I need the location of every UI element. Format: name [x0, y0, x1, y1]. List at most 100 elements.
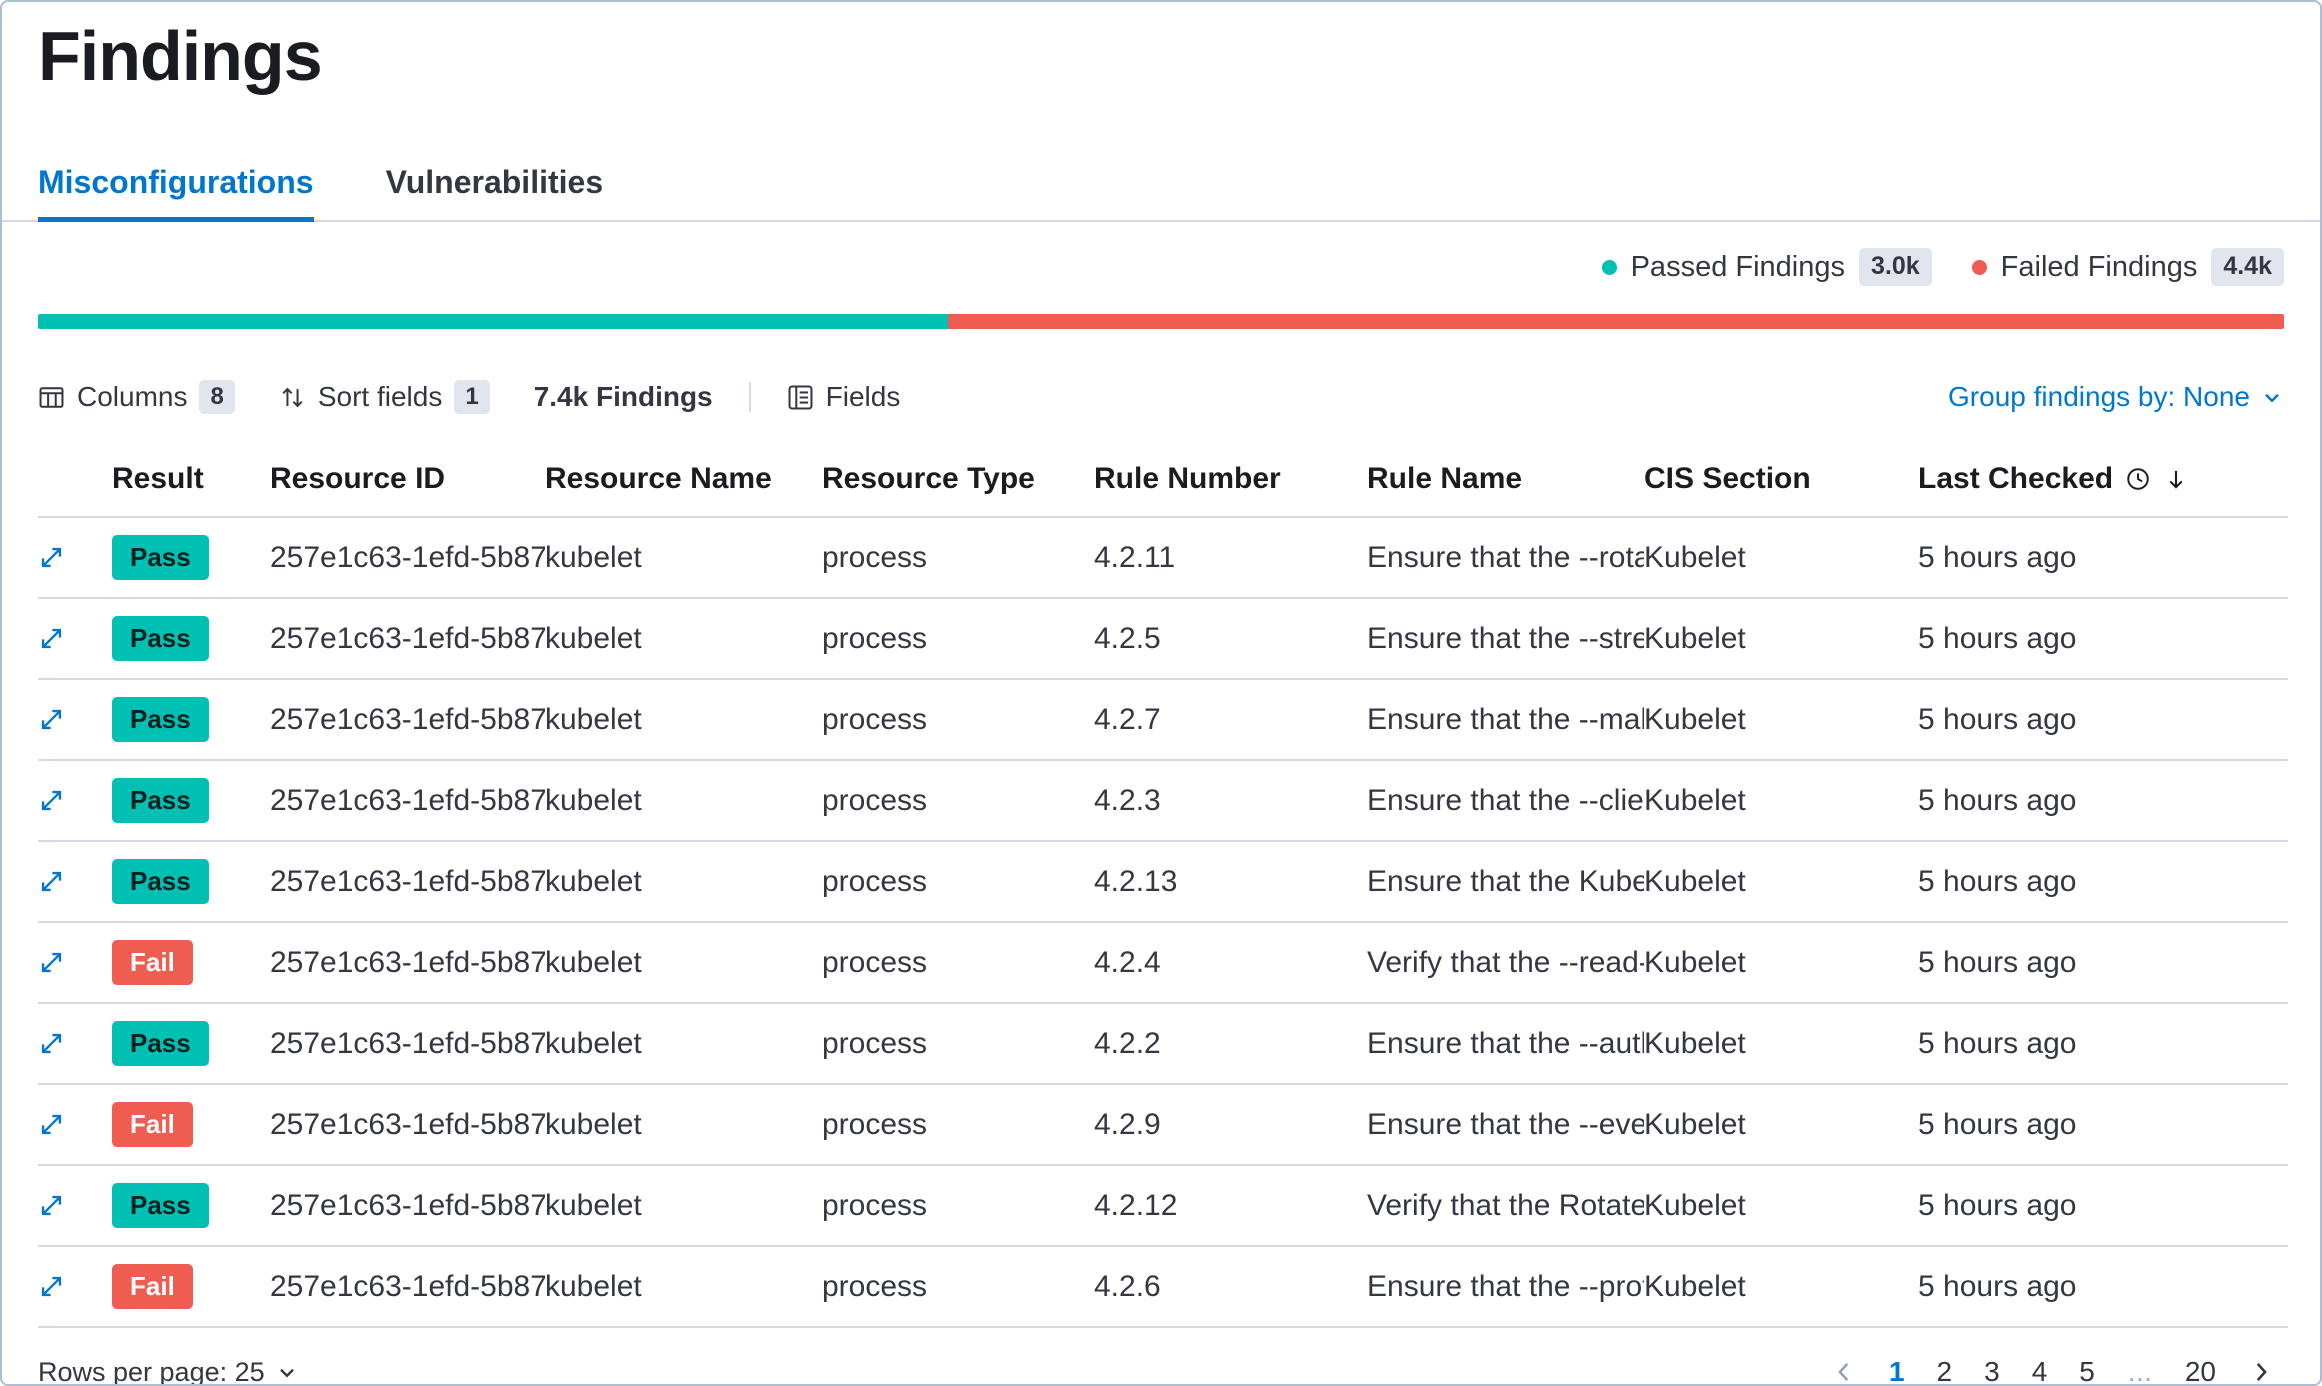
table-toolbar: Columns 8 Sort fields 1 7.4k Findings Fi… [2, 373, 2320, 421]
result-cell: Fail [112, 1246, 270, 1327]
resource-name-cell: kubelet [545, 1246, 822, 1327]
expand-cell [38, 679, 112, 760]
resource-name-cell: kubelet [545, 922, 822, 1003]
result-cell: Fail [112, 1084, 270, 1165]
expand-cell [38, 598, 112, 679]
result-badge: Fail [112, 940, 193, 985]
findings-table-body: Pass 257e1c63-1efd-5b87 kubelet process … [38, 517, 2288, 1327]
header-resource-id[interactable]: Resource ID [270, 441, 545, 517]
expand-row-button[interactable] [38, 1192, 65, 1219]
resource-name-cell: kubelet [545, 517, 822, 598]
expand-row-button[interactable] [38, 1111, 65, 1138]
expand-cell [38, 841, 112, 922]
header-rule-number[interactable]: Rule Number [1094, 441, 1367, 517]
result-badge: Pass [112, 697, 209, 742]
columns-count-badge: 8 [199, 380, 234, 414]
tab-bar: Misconfigurations Vulnerabilities [2, 164, 2320, 222]
pagination-previous-button[interactable] [1821, 1353, 1867, 1386]
header-result[interactable]: Result [112, 441, 270, 517]
table-header-row: Result Resource ID Resource Name Resourc… [38, 441, 2288, 517]
rule-name-cell: Verify that the --read-only-port argumen… [1367, 922, 1644, 1003]
result-cell: Pass [112, 1003, 270, 1084]
header-cis-section[interactable]: CIS Section [1644, 441, 1918, 517]
columns-button[interactable]: Columns 8 [38, 380, 235, 414]
rule-name-cell: Ensure that the --streaming-connection-i… [1367, 598, 1644, 679]
chevron-left-icon [1831, 1359, 1857, 1385]
failed-findings-legend: Failed Findings 4.4k [1972, 248, 2284, 286]
result-cell: Pass [112, 1165, 270, 1246]
expand-row-button[interactable] [38, 787, 65, 814]
resource-type-cell: process [822, 841, 1094, 922]
pagination-page-1[interactable]: 1 [1873, 1348, 1921, 1386]
table-footer: Rows per page: 25 12345…20 [38, 1328, 2284, 1386]
findings-page: Findings Misconfigurations Vulnerabiliti… [0, 0, 2322, 1386]
expand-row-button[interactable] [38, 1273, 65, 1300]
tab-misconfigurations[interactable]: Misconfigurations [38, 164, 314, 222]
resource-name-cell: kubelet [545, 841, 822, 922]
expand-cell [38, 1165, 112, 1246]
pagination-page-3[interactable]: 3 [1968, 1348, 2016, 1386]
diagonal-expand-icon [38, 1030, 65, 1057]
header-resource-type[interactable]: Resource Type [822, 441, 1094, 517]
pagination-page-2[interactable]: 2 [1921, 1348, 1969, 1386]
expand-cell [38, 517, 112, 598]
rows-per-page-button[interactable]: Rows per page: 25 [38, 1357, 299, 1386]
rule-name-cell: Ensure that the --event-qps argument is … [1367, 1084, 1644, 1165]
pagination-page-20[interactable]: 20 [2169, 1348, 2232, 1386]
fields-list-icon [787, 384, 814, 411]
result-badge: Pass [112, 778, 209, 823]
rule-name-cell: Ensure that the --make-iptables-util-cha… [1367, 679, 1644, 760]
header-last-checked[interactable]: Last Checked [1918, 441, 2288, 517]
diagonal-expand-icon [38, 544, 65, 571]
rows-per-page-label: Rows per page: 25 [38, 1357, 265, 1386]
resource-name-cell: kubelet [545, 1003, 822, 1084]
pagination-page-4[interactable]: 4 [2016, 1348, 2064, 1386]
resource-id-cell: 257e1c63-1efd-5b87 [270, 1003, 545, 1084]
toolbar-divider [749, 382, 751, 412]
expand-row-button[interactable] [38, 625, 65, 652]
group-findings-by-link[interactable]: Group findings by: None [1948, 381, 2284, 413]
sort-fields-label: Sort fields [318, 381, 443, 413]
fields-button[interactable]: Fields [787, 381, 901, 413]
diagonal-expand-icon [38, 625, 65, 652]
resource-id-cell: 257e1c63-1efd-5b87 [270, 1246, 545, 1327]
page-title: Findings [2, 2, 2320, 96]
header-rule-name[interactable]: Rule Name [1367, 441, 1644, 517]
expand-cell [38, 760, 112, 841]
tab-vulnerabilities[interactable]: Vulnerabilities [386, 164, 604, 222]
result-cell: Pass [112, 517, 270, 598]
resource-type-cell: process [822, 598, 1094, 679]
last-checked-cell: 5 hours ago [1918, 1003, 2288, 1084]
passed-bar-segment [38, 314, 948, 329]
sort-fields-button[interactable]: Sort fields 1 [279, 380, 490, 414]
result-cell: Pass [112, 679, 270, 760]
resource-id-cell: 257e1c63-1efd-5b87 [270, 922, 545, 1003]
rule-name-cell: Ensure that the --rotate-certificates ar… [1367, 517, 1644, 598]
resource-type-cell: process [822, 922, 1094, 1003]
cis-section-cell: Kubelet [1644, 598, 1918, 679]
expand-row-button[interactable] [38, 1030, 65, 1057]
header-resource-name[interactable]: Resource Name [545, 441, 822, 517]
passed-count-badge: 3.0k [1859, 248, 1932, 286]
resource-id-cell: 257e1c63-1efd-5b87 [270, 760, 545, 841]
pagination-pages: 12345…20 [1873, 1348, 2232, 1386]
last-checked-cell: 5 hours ago [1918, 922, 2288, 1003]
result-badge: Pass [112, 1183, 209, 1228]
table-row: Fail 257e1c63-1efd-5b87 kubelet process … [38, 1084, 2288, 1165]
pagination-next-button[interactable] [2238, 1353, 2284, 1386]
resource-id-cell: 257e1c63-1efd-5b87 [270, 1165, 545, 1246]
pagination-page-5[interactable]: 5 [2063, 1348, 2111, 1386]
header-expand [38, 441, 112, 517]
resource-type-cell: process [822, 679, 1094, 760]
group-findings-by-label: Group findings by: None [1948, 381, 2250, 413]
expand-row-button[interactable] [38, 949, 65, 976]
expand-row-button[interactable] [38, 706, 65, 733]
failed-findings-label: Failed Findings [2001, 251, 2198, 284]
expand-row-button[interactable] [38, 868, 65, 895]
result-cell: Fail [112, 922, 270, 1003]
table-row: Pass 257e1c63-1efd-5b87 kubelet process … [38, 1165, 2288, 1246]
resource-name-cell: kubelet [545, 598, 822, 679]
columns-label: Columns [77, 381, 187, 413]
expand-row-button[interactable] [38, 544, 65, 571]
passed-findings-label: Passed Findings [1631, 251, 1845, 284]
